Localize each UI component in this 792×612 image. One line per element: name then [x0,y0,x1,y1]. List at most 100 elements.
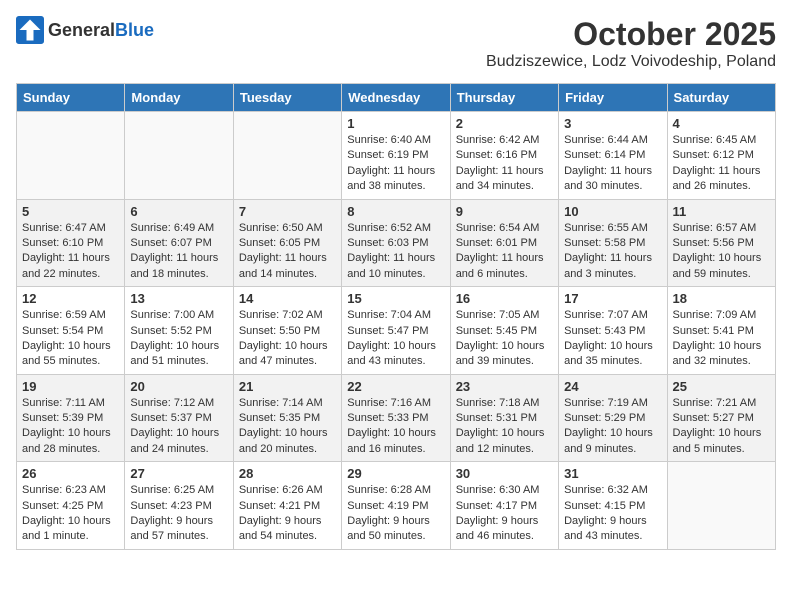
cell-content: Sunrise: 6:54 AM Sunset: 6:01 PM Dayligh… [456,222,544,280]
day-number: 30 [456,466,553,481]
day-number: 16 [456,291,553,306]
calendar-cell [667,462,775,550]
cell-content: Sunrise: 7:11 AM Sunset: 5:39 PM Dayligh… [22,397,111,455]
week-row-0: 1 Sunrise: 6:40 AM Sunset: 6:19 PM Daylig… [17,112,776,200]
cell-content: Sunrise: 6:55 AM Sunset: 5:58 PM Dayligh… [564,222,652,280]
calendar-cell: 24Sunrise: 7:19 AM Sunset: 5:29 PM Dayli… [559,374,667,462]
col-wednesday: Wednesday [342,84,450,112]
cell-content: Sunrise: 7:09 AM Sunset: 5:41 PM Dayligh… [673,309,762,367]
day-number: 27 [130,466,227,481]
day-number: 1 [347,116,444,131]
calendar-cell: 13Sunrise: 7:00 AM Sunset: 5:52 PM Dayli… [125,287,233,375]
week-row-2: 12 Sunrise: 6:59 AM Sunset: 5:54 PM Dayli… [17,287,776,375]
calendar-cell: 31 Sunrise: 6:32 AM Sunset: 4:15 PM Dayli… [559,462,667,550]
day-number: 14 [239,291,336,306]
day-number: 12 [22,291,119,306]
calendar-cell [125,112,233,200]
day-number: 28 [239,466,336,481]
day-number: 6 [130,204,227,219]
calendar-cell [233,112,341,200]
calendar-cell: 25 Sunrise: 7:21 AM Sunset: 5:27 PM Dayli… [667,374,775,462]
calendar-cell: 2 Sunrise: 6:42 AM Sunset: 6:16 PM Daylig… [450,112,558,200]
logo-icon [16,16,44,44]
cell-content: Sunrise: 7:04 AM Sunset: 5:47 PM Dayligh… [347,309,436,367]
day-number: 10 [564,204,661,219]
day-number: 22 [347,379,444,394]
day-number: 21 [239,379,336,394]
day-number: 26 [22,466,119,481]
cell-content: Sunrise: 7:07 AM Sunset: 5:43 PM Dayligh… [564,309,653,367]
calendar-cell [17,112,125,200]
day-number: 15 [347,291,444,306]
day-number: 4 [673,116,770,131]
cell-content: Sunrise: 7:21 AM Sunset: 5:27 PM Dayligh… [673,397,762,455]
day-number: 19 [22,379,119,394]
calendar-cell: 12 Sunrise: 6:59 AM Sunset: 5:54 PM Dayli… [17,287,125,375]
calendar-cell: 23 Sunrise: 7:18 AM Sunset: 5:31 PM Dayli… [450,374,558,462]
day-number: 23 [456,379,553,394]
cell-content: Sunrise: 6:32 AM Sunset: 4:15 PM Dayligh… [564,484,648,542]
cell-content: Sunrise: 6:47 AM Sunset: 6:10 PM Dayligh… [22,222,110,280]
cell-content: Sunrise: 6:40 AM Sunset: 6:19 PM Dayligh… [347,134,435,192]
day-number: 17 [564,291,661,306]
month-title: October 2025 [486,16,776,53]
cell-content: Sunrise: 6:28 AM Sunset: 4:19 PM Dayligh… [347,484,431,542]
cell-content: Sunrise: 6:49 AM Sunset: 6:07 PM Dayligh… [130,222,218,280]
cell-content: Sunrise: 7:18 AM Sunset: 5:31 PM Dayligh… [456,397,545,455]
day-number: 31 [564,466,661,481]
calendar-cell: 5Sunrise: 6:47 AM Sunset: 6:10 PM Daylig… [17,199,125,287]
cell-content: Sunrise: 7:16 AM Sunset: 5:33 PM Dayligh… [347,397,436,455]
week-row-1: 5Sunrise: 6:47 AM Sunset: 6:10 PM Daylig… [17,199,776,287]
cell-content: Sunrise: 6:59 AM Sunset: 5:54 PM Dayligh… [22,309,111,367]
col-saturday: Saturday [667,84,775,112]
logo-blue: Blue [115,20,154,40]
calendar-cell: 22 Sunrise: 7:16 AM Sunset: 5:33 PM Dayli… [342,374,450,462]
cell-content: Sunrise: 7:02 AM Sunset: 5:50 PM Dayligh… [239,309,328,367]
day-number: 20 [130,379,227,394]
calendar-cell: 15 Sunrise: 7:04 AM Sunset: 5:47 PM Dayli… [342,287,450,375]
day-number: 13 [130,291,227,306]
day-number: 9 [456,204,553,219]
calendar-cell: 21Sunrise: 7:14 AM Sunset: 5:35 PM Dayli… [233,374,341,462]
header-row: Sunday Monday Tuesday Wednesday Thursday… [17,84,776,112]
calendar-cell: 14 Sunrise: 7:02 AM Sunset: 5:50 PM Dayli… [233,287,341,375]
week-row-3: 19 Sunrise: 7:11 AM Sunset: 5:39 PM Dayli… [17,374,776,462]
cell-content: Sunrise: 6:45 AM Sunset: 6:12 PM Dayligh… [673,134,761,192]
day-number: 24 [564,379,661,394]
calendar-cell: 29Sunrise: 6:28 AM Sunset: 4:19 PM Dayli… [342,462,450,550]
calendar-cell: 9 Sunrise: 6:54 AM Sunset: 6:01 PM Daylig… [450,199,558,287]
calendar-cell: 27 Sunrise: 6:25 AM Sunset: 4:23 PM Dayli… [125,462,233,550]
calendar-cell: 20 Sunrise: 7:12 AM Sunset: 5:37 PM Dayli… [125,374,233,462]
cell-content: Sunrise: 6:52 AM Sunset: 6:03 PM Dayligh… [347,222,435,280]
calendar-cell: 6 Sunrise: 6:49 AM Sunset: 6:07 PM Daylig… [125,199,233,287]
day-number: 11 [673,204,770,219]
logo-general: General [48,20,115,40]
cell-content: Sunrise: 6:42 AM Sunset: 6:16 PM Dayligh… [456,134,544,192]
col-thursday: Thursday [450,84,558,112]
calendar-cell: 18 Sunrise: 7:09 AM Sunset: 5:41 PM Dayli… [667,287,775,375]
day-number: 18 [673,291,770,306]
cell-content: Sunrise: 6:23 AM Sunset: 4:25 PM Dayligh… [22,484,111,542]
calendar-body: 1 Sunrise: 6:40 AM Sunset: 6:19 PM Daylig… [17,112,776,550]
day-number: 25 [673,379,770,394]
cell-content: Sunrise: 6:50 AM Sunset: 6:05 PM Dayligh… [239,222,327,280]
cell-content: Sunrise: 6:25 AM Sunset: 4:23 PM Dayligh… [130,484,214,542]
calendar-cell: 7 Sunrise: 6:50 AM Sunset: 6:05 PM Daylig… [233,199,341,287]
page-header: GeneralBlue October 2025 Budziszewice, L… [16,16,776,71]
calendar-cell: 28 Sunrise: 6:26 AM Sunset: 4:21 PM Dayli… [233,462,341,550]
logo: GeneralBlue [16,16,154,44]
day-number: 7 [239,204,336,219]
cell-content: Sunrise: 7:12 AM Sunset: 5:37 PM Dayligh… [130,397,219,455]
title-block: October 2025 Budziszewice, Lodz Voivodes… [486,16,776,71]
day-number: 3 [564,116,661,131]
calendar-cell: 11Sunrise: 6:57 AM Sunset: 5:56 PM Dayli… [667,199,775,287]
calendar-cell: 3Sunrise: 6:44 AM Sunset: 6:14 PM Daylig… [559,112,667,200]
cell-content: Sunrise: 6:26 AM Sunset: 4:21 PM Dayligh… [239,484,323,542]
day-number: 8 [347,204,444,219]
calendar-cell: 8 Sunrise: 6:52 AM Sunset: 6:03 PM Daylig… [342,199,450,287]
col-friday: Friday [559,84,667,112]
calendar-cell: 17 Sunrise: 7:07 AM Sunset: 5:43 PM Dayli… [559,287,667,375]
calendar-table: Sunday Monday Tuesday Wednesday Thursday… [16,83,776,550]
day-number: 2 [456,116,553,131]
col-monday: Monday [125,84,233,112]
